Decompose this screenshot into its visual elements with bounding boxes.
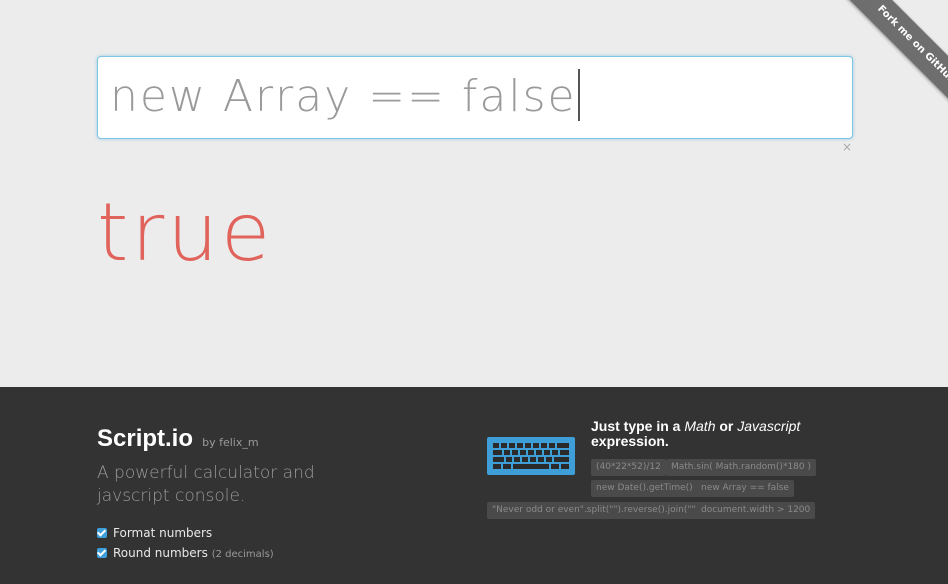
tagline: A powerful calculator and javscript cons…	[97, 463, 315, 506]
expression-value: new Array == false	[110, 71, 577, 122]
checkbox-checked-icon[interactable]	[97, 548, 107, 558]
result-output: true	[97, 186, 274, 279]
brand: Script.io by felix_m	[97, 425, 259, 453]
option-note: (2 decimals)	[211, 549, 274, 560]
hint-prefix: Just type in a	[591, 418, 685, 434]
example-chip[interactable]: document.width > 1200	[696, 502, 816, 519]
fork-me-link[interactable]: Fork me on GitHub	[834, 0, 948, 127]
example-chip[interactable]: Math.sin( Math.random()*180 )	[666, 459, 816, 476]
hint-title: Just type in a Math or Javascript expres…	[591, 419, 831, 449]
expression-text: new Array == false	[110, 69, 580, 125]
example-chip[interactable]: new Array == false	[696, 480, 794, 497]
option-label: Round numbers	[113, 546, 208, 560]
keyboard-icon	[487, 437, 575, 475]
footer: Script.io by felix_m A powerful calculat…	[0, 387, 948, 584]
option-format-numbers[interactable]: Format numbers	[97, 526, 212, 540]
calculator-area: new Array == false × true	[0, 0, 948, 387]
github-ribbon[interactable]: Fork me on GitHub	[808, 0, 948, 140]
hint-suffix: expression.	[591, 433, 669, 449]
hint-js: Javascript	[737, 418, 801, 434]
text-caret	[577, 69, 580, 121]
example-chip[interactable]: new Date().getTime()	[591, 480, 698, 497]
example-chip[interactable]: "Never odd or even".split("").reverse().…	[487, 502, 705, 519]
option-round-numbers[interactable]: Round numbers (2 decimals)	[97, 546, 274, 560]
expression-input[interactable]: new Array == false	[97, 56, 853, 139]
hint-math: Math	[684, 418, 716, 434]
brand-name: Script.io	[97, 425, 194, 452]
option-label: Format numbers	[113, 526, 213, 540]
example-chip[interactable]: (40*22*52)/12	[591, 459, 666, 476]
checkbox-checked-icon[interactable]	[97, 528, 107, 538]
clear-input-button[interactable]: ×	[842, 140, 852, 154]
hint-or: or	[715, 418, 738, 434]
brand-author: by felix_m	[202, 436, 259, 449]
